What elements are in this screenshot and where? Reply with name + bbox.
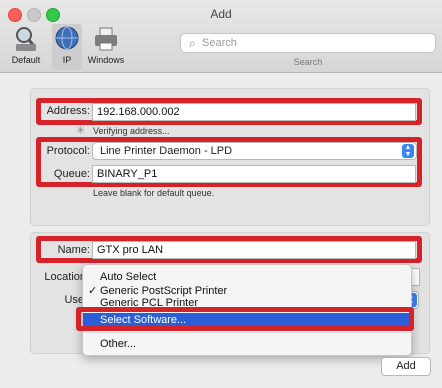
search-label: Search [293, 57, 323, 67]
toolbar-windows-label: Windows [87, 55, 125, 65]
window-title: Add [210, 7, 232, 21]
select-software-highlight [76, 307, 414, 331]
magnifier-printer-icon [16, 27, 36, 51]
protocol-value: Line Printer Daemon - LPD [100, 145, 233, 157]
search-field[interactable]: ⌕ Search [180, 33, 436, 53]
address-field[interactable]: 192.168.000.002 [92, 103, 416, 121]
toolbar-ip-button[interactable]: IP [52, 24, 82, 70]
search-icon: ⌕ [189, 36, 196, 50]
menu-item-generic-pcl[interactable]: Generic PCL Printer [83, 296, 411, 306]
globe-icon [55, 26, 79, 50]
menu-item-other[interactable]: Other... [83, 337, 411, 351]
add-button[interactable]: Add [381, 357, 431, 376]
menu-separator [83, 332, 411, 333]
location-label: Location [44, 271, 86, 283]
title-bar: Add Default IP Windows ⌕ Search Search [0, 0, 442, 73]
toolbar-default-label: Default [11, 55, 41, 65]
progress-spinner-icon: ✳ [76, 125, 86, 137]
queue-hint: Leave blank for default queue. [93, 188, 215, 198]
protocol-popup[interactable]: Line Printer Daemon - LPD ▲ ▼ [92, 142, 417, 160]
popup-arrows-icon: ▲▼ [402, 144, 414, 158]
name-label: Name: [57, 244, 90, 256]
toolbar-ip-label: IP [62, 55, 72, 65]
toolbar-default-button[interactable]: Default [6, 24, 46, 70]
toolbar-windows-button[interactable]: Windows [84, 24, 128, 70]
use-label: Use [64, 294, 84, 306]
search-placeholder: Search [202, 37, 237, 49]
name-field[interactable]: GTX pro LAN [92, 241, 416, 259]
queue-label: Queue: [53, 168, 90, 180]
menu-item-auto-select[interactable]: Auto Select [83, 270, 411, 284]
address-label: Address: [46, 105, 90, 117]
queue-field[interactable]: BINARY_P1 [92, 165, 416, 183]
verifying-status: Verifying address... [93, 126, 170, 136]
printer-icon [95, 27, 117, 51]
protocol-label: Protocol: [46, 145, 90, 157]
